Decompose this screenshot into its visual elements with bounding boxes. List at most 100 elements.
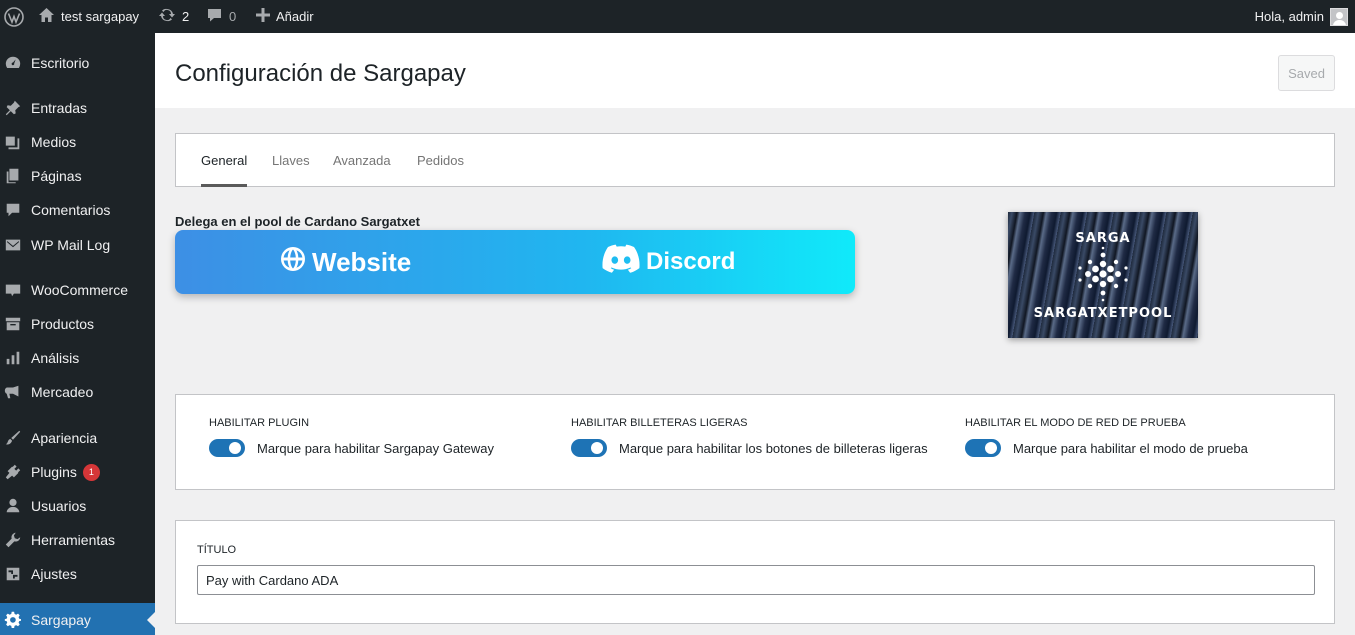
pages-icon [0, 159, 26, 193]
admin-bar: test sargapay 2 0 Añadir Hola, admin [0, 0, 1355, 33]
discord-link[interactable]: Discord [602, 230, 735, 294]
sidebar-item-comentarios[interactable]: Comentarios [0, 193, 155, 227]
globe-icon [280, 246, 306, 279]
plugin-icon [0, 455, 26, 489]
sidebar-item-label: Ajustes [31, 566, 77, 582]
discord-icon [602, 244, 640, 281]
page-title: Configuración de Sargapay [175, 60, 466, 87]
sidebar-item-paginas[interactable]: Páginas [0, 159, 155, 193]
tab-llaves[interactable]: Llaves [272, 134, 310, 186]
tab-label: General [201, 152, 248, 168]
sidebar-item-label: Entradas [31, 100, 88, 116]
title-input[interactable] [197, 565, 1315, 595]
sidebar-item-label: Productos [31, 316, 95, 332]
tab-label: Llaves [272, 152, 310, 168]
title-label: TÍTULO [197, 544, 237, 556]
saved-button[interactable]: Saved [1278, 55, 1335, 91]
wordpress-logo-icon[interactable] [4, 0, 24, 33]
dashboard-icon [0, 46, 26, 80]
toggle-description: Marque para habilitar el modo de prueba [1013, 440, 1248, 456]
toggle-row: Marque para habilitar Sargapay Gateway [209, 439, 494, 457]
archive-icon [0, 307, 26, 341]
toggle-row: Marque para habilitar el modo de prueba [965, 439, 1248, 457]
title-panel: TÍTULO [175, 520, 1335, 624]
toggle-row: Marque para habilitar los botones de bil… [571, 439, 928, 457]
sidebar-item-apariencia[interactable]: Apariencia [0, 421, 155, 455]
sidebar-item-label: Páginas [31, 168, 82, 184]
comment-icon [0, 193, 26, 227]
website-link[interactable]: Website [280, 230, 411, 294]
new-content-link[interactable]: Añadir [256, 0, 314, 33]
sidebar-item-analisis[interactable]: Análisis [0, 341, 155, 375]
sargatxet-pool-logo[interactable]: SARGA SARGATXETPOOL [1008, 212, 1198, 338]
updates-count: 2 [182, 9, 190, 24]
tab-label: Pedidos [417, 152, 464, 168]
sidebar-item-label: Mercadeo [31, 384, 94, 400]
sidebar-item-entradas[interactable]: Entradas [0, 91, 155, 125]
discord-label: Discord [646, 248, 736, 275]
brush-icon [0, 421, 26, 455]
enable-light-wallets-toggle[interactable] [571, 439, 607, 457]
website-label: Website [312, 246, 412, 277]
wrench-icon [0, 523, 26, 557]
sidebar-item-ajustes[interactable]: Ajustes [0, 557, 155, 591]
promo-banner: Website Discord [175, 230, 855, 294]
settings-icon [0, 557, 26, 591]
tab-general[interactable]: General [201, 134, 248, 187]
pin-icon [0, 91, 26, 125]
sidebar-item-label: WooCommerce [31, 282, 128, 298]
media-icon [0, 125, 26, 159]
site-name-link[interactable]: test sargapay [38, 0, 139, 33]
sidebar-item-label: Medios [31, 134, 77, 150]
sidebar-item-medios[interactable]: Medios [0, 125, 155, 159]
megaphone-icon [0, 375, 26, 409]
sidebar-item-escritorio[interactable]: Escritorio [0, 46, 155, 80]
logo-bottom-text: SARGATXETPOOL [1033, 306, 1173, 321]
sidebar-item-mercadeo[interactable]: Mercadeo [0, 375, 155, 409]
sidebar-item-usuarios[interactable]: Usuarios [0, 489, 155, 523]
avatar [1330, 7, 1348, 26]
cardano-icon [1078, 246, 1128, 302]
comment-bubble-icon [206, 7, 223, 26]
plus-icon [256, 8, 270, 25]
promo-title: Delega en el pool de Cardano Sargatxet [175, 214, 420, 229]
site-name: test sargapay [61, 9, 140, 24]
toggle-heading: HABILITAR BILLETERAS LIGERAS [571, 417, 748, 429]
sidebar-item-label: Usuarios [31, 498, 87, 514]
sidebar-item-sargapay[interactable]: Sargapay [0, 603, 155, 635]
sidebar-item-productos[interactable]: Productos [0, 307, 155, 341]
my-account-link[interactable]: Hola, admin [1255, 0, 1348, 33]
enable-plugin-toggle[interactable] [209, 439, 245, 457]
new-content-label: Añadir [276, 9, 314, 24]
sidebar-item-label: Comentarios [31, 202, 111, 218]
home-icon [38, 7, 55, 26]
tab-pedidos[interactable]: Pedidos [417, 134, 464, 186]
mail-icon [0, 228, 26, 262]
sidebar-item-plugins[interactable]: Plugins 1 [0, 455, 155, 489]
woocommerce-icon [0, 273, 26, 307]
settings-tabs: General Llaves Avanzada Pedidos [175, 133, 1335, 187]
sidebar-item-herramientas[interactable]: Herramientas [0, 523, 155, 557]
bar-chart-icon [0, 341, 26, 375]
comments-link[interactable]: 0 [206, 0, 236, 33]
toggle-heading: HABILITAR EL MODO DE RED DE PRUEBA [965, 417, 1186, 429]
sidebar-item-woocommerce[interactable]: WooCommerce [0, 273, 155, 307]
sidebar-item-label: Análisis [31, 350, 80, 366]
toggle-description: Marque para habilitar los botones de bil… [619, 440, 928, 456]
admin-sidebar: Escritorio Entradas Medios Páginas Comen… [0, 33, 155, 635]
refresh-icon [158, 7, 176, 26]
logo-top-text: SARGA [1075, 231, 1131, 246]
enable-testnet-toggle[interactable] [965, 439, 1001, 457]
comments-count: 0 [229, 9, 237, 24]
sidebar-item-label: Plugins [31, 464, 77, 480]
toggles-panel: HABILITAR PLUGIN Marque para habilitar S… [175, 394, 1335, 490]
updates-link[interactable]: 2 [158, 0, 189, 33]
sidebar-item-label: WP Mail Log [31, 237, 111, 253]
gear-icon [0, 603, 26, 635]
toggle-description: Marque para habilitar Sargapay Gateway [257, 440, 495, 456]
tab-label: Avanzada [333, 152, 391, 168]
tab-avanzada[interactable]: Avanzada [333, 134, 391, 186]
toggle-heading: HABILITAR PLUGIN [209, 417, 310, 429]
sidebar-item-wp-mail-log[interactable]: WP Mail Log [0, 228, 155, 262]
sidebar-item-label: Sargapay [31, 612, 91, 628]
